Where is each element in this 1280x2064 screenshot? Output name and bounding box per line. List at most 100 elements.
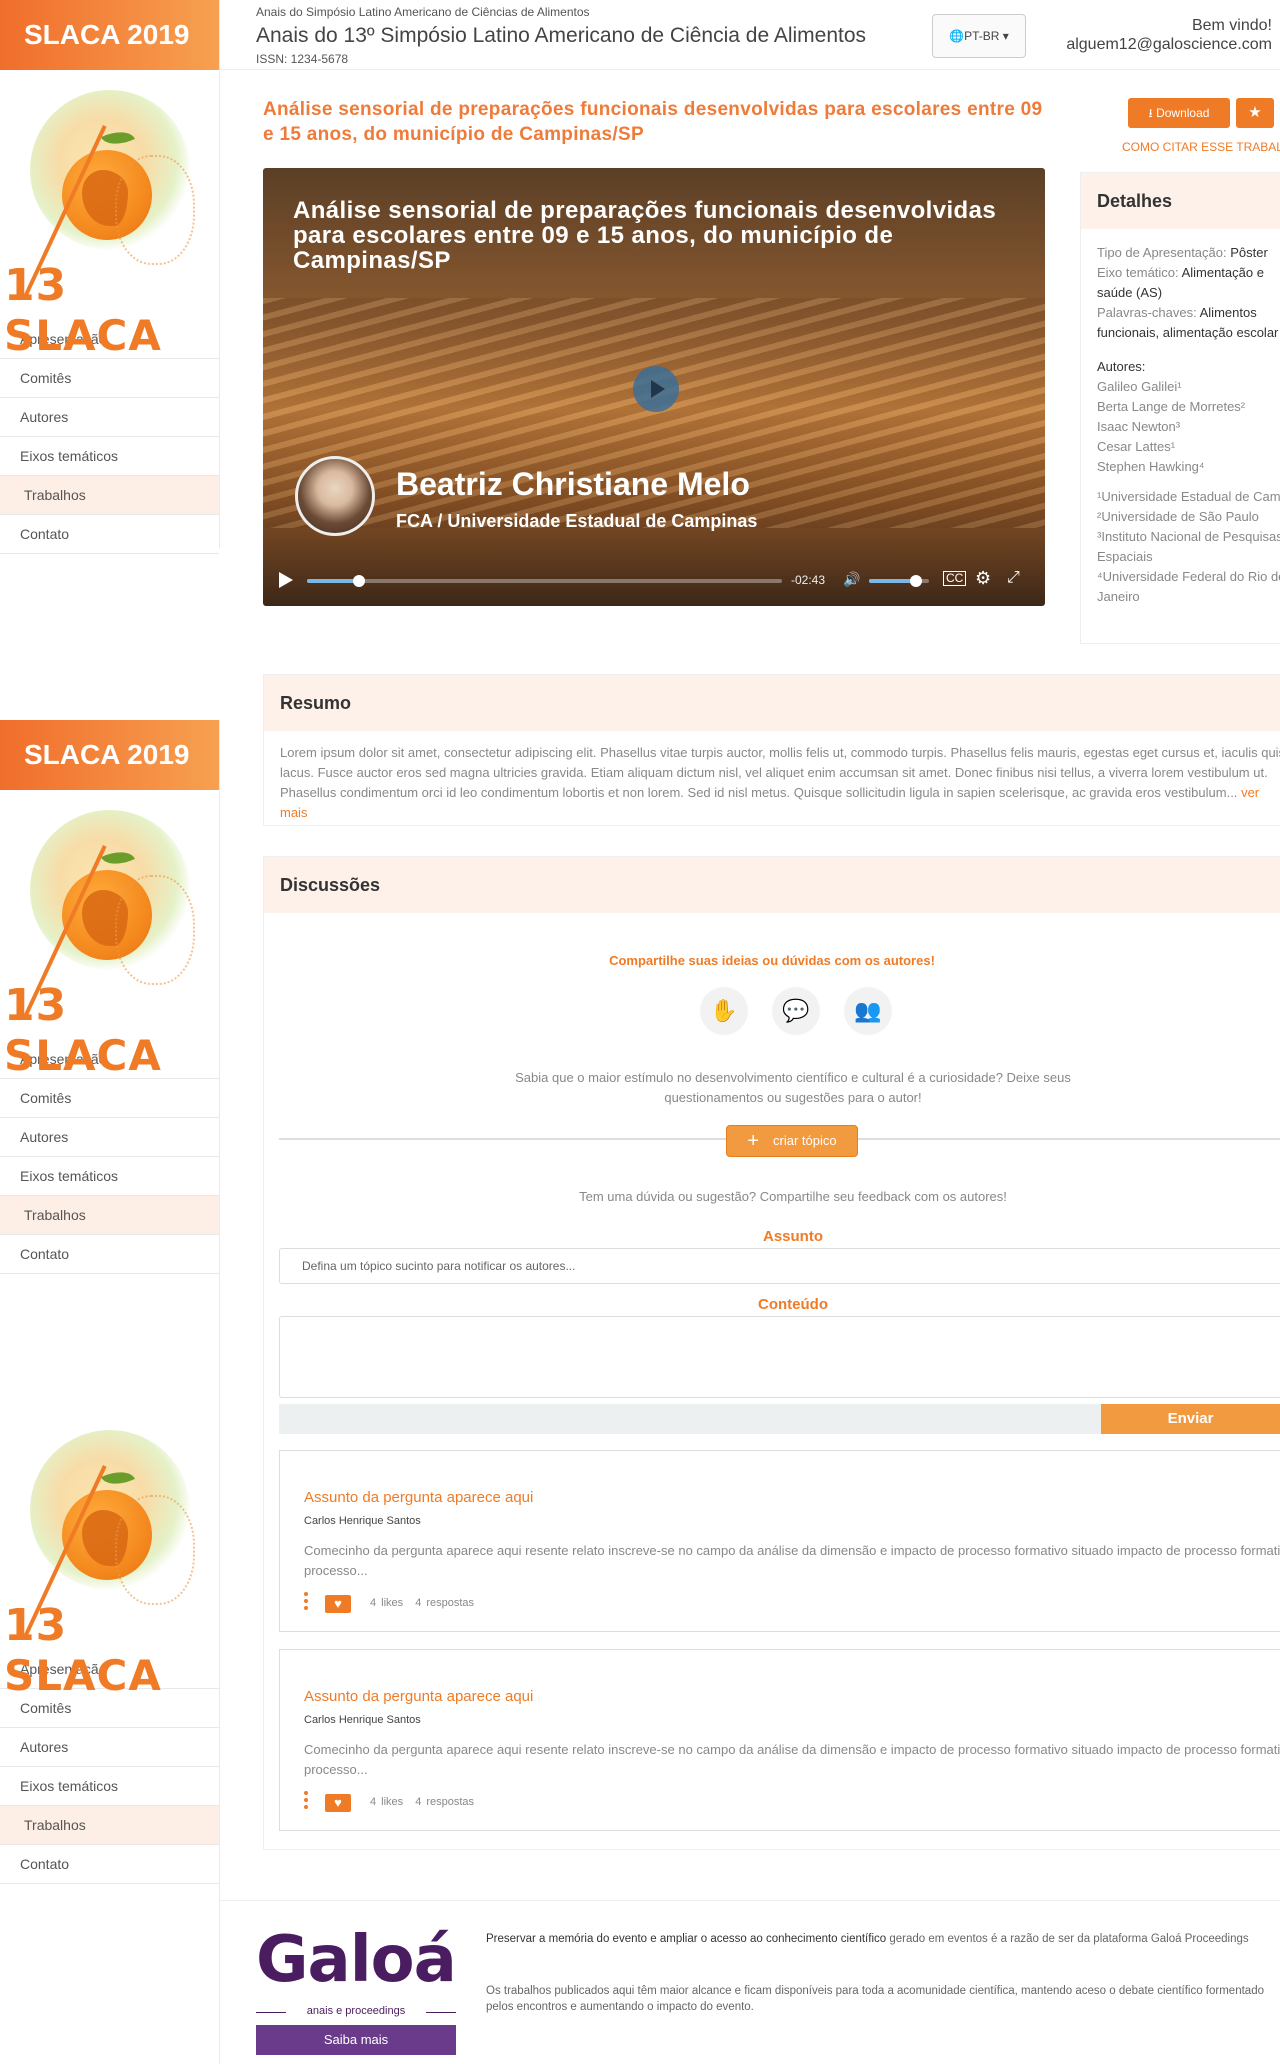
event-brand-bar[interactable]: SLACA 2019 (0, 720, 219, 790)
like-button[interactable]: ♥ (325, 1595, 351, 1613)
captions-icon[interactable]: CC (943, 571, 967, 586)
paper-title: Análise sensorial de preparações funcion… (263, 99, 1043, 145)
presentation-type-label: Tipo de Apresentação: (1097, 245, 1227, 260)
discussion-post[interactable]: Assunto da pergunta aparece aqui Carlos … (279, 1649, 1280, 1831)
event-title[interactable]: Anais do 13º Simpósio Latino Americano d… (256, 24, 866, 48)
footer-paragraph-1: Preservar a memória do evento e ampliar … (486, 1931, 1266, 1947)
sidebar-repeat: SLACA 2019 13 SLACA Apresentação Comitês… (0, 720, 220, 1440)
video-progress-bar[interactable] (307, 575, 782, 587)
user-welcome[interactable]: Bem vindo! alguem12@galoscience.com (1066, 16, 1272, 54)
favorite-button[interactable]: ★ (1236, 98, 1274, 128)
sidebar-item-eixos[interactable]: Eixos temáticos (0, 1767, 219, 1806)
post-excerpt: Comecinho da pergunta aparece aqui resen… (304, 1742, 1280, 1777)
discussion-post[interactable]: Assunto da pergunta aparece aqui Carlos … (279, 1450, 1280, 1632)
more-options-icon[interactable] (304, 1592, 308, 1612)
sidebar-item-trabalhos[interactable]: Trabalhos (0, 476, 219, 515)
volume-icon[interactable]: 🔊 (843, 571, 860, 588)
issn: ISSN: 1234-5678 (256, 52, 349, 66)
author-item[interactable]: Stephen Hawking⁴ (1097, 457, 1264, 477)
sidebar-item-autores[interactable]: Autores (0, 1118, 219, 1157)
post-title[interactable]: Assunto da pergunta aparece aqui (304, 1489, 533, 1506)
video-player[interactable]: Análise sensorial de preparações funcion… (263, 168, 1045, 606)
star-icon: ★ (1248, 104, 1262, 121)
affiliation-item: ⁴Universidade Federal do Rio de Janeiro (1097, 569, 1280, 604)
speaker-name: Beatriz Christiane Melo (396, 466, 750, 502)
logo-wordmark: 13 SLACA (4, 980, 219, 1080)
settings-icon[interactable]: ⚙ (975, 568, 991, 589)
people-icon: 👥 (844, 987, 892, 1035)
volume-slider[interactable] (869, 575, 929, 587)
abstract-body: Lorem ipsum dolor sit amet, consectetur … (280, 745, 1280, 800)
download-button[interactable]: ⭳ Download (1128, 98, 1230, 128)
top-header: Anais do Simpósio Latino Americano de Ci… (220, 0, 1280, 70)
fullscreen-icon[interactable]: ⤢ (1007, 569, 1020, 587)
keywords: Palavras-chaves: Alimentos (1097, 303, 1264, 323)
event-logo[interactable]: 13 SLACA (0, 1410, 219, 1700)
subject-label: Assunto (763, 1228, 823, 1245)
footer-highlight: Preservar a memória do evento e ampliar … (486, 1933, 887, 1945)
language-label: PT-BR (964, 29, 1000, 43)
discussion-heading: Discussões (264, 857, 1280, 913)
logo-word: SLACA (4, 1651, 162, 1700)
sidebar-item-trabalhos[interactable]: Trabalhos (0, 1806, 219, 1845)
learn-more-button[interactable]: Saiba mais (256, 2025, 456, 2055)
sidebar: SLACA 2019 13 SLACA Apresentação Comitês… (0, 0, 220, 554)
plus-icon: + (747, 1130, 760, 1152)
create-topic-label: criar tópico (773, 1133, 837, 1148)
details-body: Tipo de Apresentação: Pôster Eixo temáti… (1081, 229, 1280, 607)
subject-input[interactable]: Defina um tópico sucinto para notificar … (279, 1248, 1280, 1284)
logo-number: 13 (4, 1600, 68, 1651)
event-subtitle: Anais do Simpósio Latino Americano de Ci… (256, 5, 590, 19)
big-play-icon[interactable] (633, 366, 679, 412)
logo-wordmark: 13 SLACA (4, 260, 219, 360)
galoa-tagline: anais e proceedings (256, 2005, 456, 2017)
cite-link[interactable]: COMO CITAR ESSE TRABALHO (1122, 140, 1280, 154)
hand-plant-icon: ✋ (700, 987, 748, 1035)
sidebar-item-contato[interactable]: Contato (0, 1235, 219, 1274)
replies-count[interactable]: 4 respostas (415, 1796, 474, 1808)
qa-translate-icon: 💬 (772, 987, 820, 1035)
event-logo[interactable]: 13 SLACA (0, 790, 219, 1080)
post-title[interactable]: Assunto da pergunta aparece aqui (304, 1688, 533, 1705)
author-item[interactable]: Galileo Galilei¹ (1097, 377, 1264, 397)
more-options-icon[interactable] (304, 1791, 308, 1811)
volume-handle[interactable] (909, 575, 922, 587)
content-textarea[interactable] (279, 1316, 1280, 1398)
event-brand-bar[interactable]: SLACA 2019 (0, 0, 219, 70)
sidebar-item-autores[interactable]: Autores (0, 398, 219, 437)
sidebar-item-comites[interactable]: Comitês (0, 359, 219, 398)
sidebar-item-contato[interactable]: Contato (0, 1845, 219, 1884)
feedback-prompt: Tem uma dúvida ou sugestão? Compartilhe … (579, 1189, 1007, 1204)
footer: Galoá anais e proceedings Saiba mais Pre… (220, 1900, 1280, 2064)
sidebar-item-comites[interactable]: Comitês (0, 1079, 219, 1118)
sidebar-item-eixos[interactable]: Eixos temáticos (0, 1157, 219, 1196)
create-topic-button[interactable]: + criar tópico (726, 1125, 858, 1157)
video-title: Análise sensorial de preparações funcion… (293, 197, 997, 274)
details-heading: Detalhes (1081, 173, 1280, 229)
progress-handle[interactable] (353, 575, 366, 587)
likes-count: 4 likes (370, 1796, 404, 1808)
sidebar-item-contato[interactable]: Contato (0, 515, 219, 554)
play-icon[interactable] (279, 572, 293, 588)
language-selector[interactable]: 🌐PT-BR ▾ (932, 14, 1026, 58)
speaker-avatar (295, 456, 375, 536)
authors-label: Autores: (1097, 359, 1146, 374)
event-logo[interactable]: 13 SLACA (0, 70, 219, 360)
thematic-axis-value[interactable]: Alimentação e (1182, 265, 1264, 280)
replies-count[interactable]: 4 respostas (415, 1597, 474, 1609)
sidebar-repeat: 13 SLACA Apresentação Comitês Autores Ei… (0, 1410, 220, 2064)
author-item[interactable]: Berta Lange de Morretes² (1097, 397, 1264, 417)
post-stats: 4 likes 4 respostas (370, 1796, 486, 1808)
post-stats: 4 likes 4 respostas (370, 1597, 486, 1609)
author-item[interactable]: Cesar Lattes¹ (1097, 437, 1264, 457)
discussion-intro: Compartilhe suas ideias ou dúvidas com o… (609, 953, 935, 968)
send-button[interactable]: Enviar (1101, 1404, 1280, 1434)
sidebar-item-trabalhos[interactable]: Trabalhos (0, 1196, 219, 1235)
sidebar-item-eixos[interactable]: Eixos temáticos (0, 437, 219, 476)
like-button[interactable]: ♥ (325, 1794, 351, 1812)
sidebar-item-autores[interactable]: Autores (0, 1728, 219, 1767)
speaker-affiliation: FCA / Universidade Estadual de Campinas (396, 511, 758, 531)
keywords-value: Alimentos (1199, 305, 1257, 320)
author-item[interactable]: Isaac Newton³ (1097, 417, 1264, 437)
galoa-logo[interactable]: Galoá (256, 1923, 457, 1997)
